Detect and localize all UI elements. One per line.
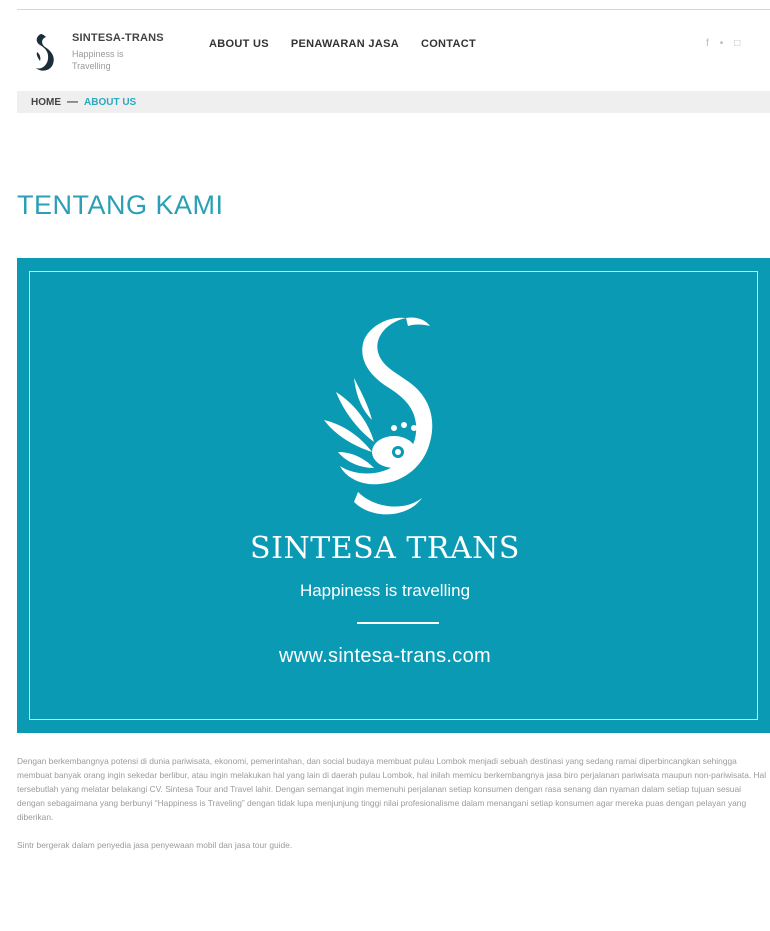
site-header: SINTESA-TRANS Happiness is Travelling AB… (0, 10, 770, 88)
twitter-icon[interactable]: • (720, 38, 724, 49)
banner-subtitle: Happiness is travelling (299, 581, 471, 600)
about-paragraph-1: Dengan berkembangnya potensi di dunia pa… (17, 756, 767, 822)
about-paragraph-2: Sintr bergerak dalam penyedia jasa penye… (17, 840, 293, 850)
nav-item-about-us[interactable]: ABOUT US (209, 38, 269, 50)
breadcrumb-current: ABOUT US (84, 96, 137, 108)
banner-url: www.sintesa-trans.com (279, 645, 491, 667)
main-nav: ABOUT US PENAWARAN JASA CONTACT (209, 38, 476, 50)
swan-logo-icon (324, 317, 433, 515)
brand-tagline: Happiness is Travelling (72, 49, 124, 71)
facebook-icon[interactable]: f (706, 38, 709, 49)
nav-item-contact[interactable]: CONTACT (421, 38, 476, 50)
banner-title: SINTESA TRANS (250, 531, 520, 566)
breadcrumb: HOME — ABOUT US (17, 91, 770, 113)
page-title: TENTANG KAMI (17, 190, 224, 220)
breadcrumb-home[interactable]: HOME (31, 97, 61, 108)
brand-name[interactable]: SINTESA-TRANS (72, 32, 164, 44)
instagram-icon[interactable]: □ (734, 38, 740, 49)
swan-logo-icon[interactable] (32, 32, 58, 76)
social-links: f • □ (706, 38, 740, 49)
banner-divider (357, 622, 439, 624)
nav-item-penawaran-jasa[interactable]: PENAWARAN JASA (291, 38, 399, 50)
breadcrumb-arrow-icon: — (67, 96, 78, 108)
